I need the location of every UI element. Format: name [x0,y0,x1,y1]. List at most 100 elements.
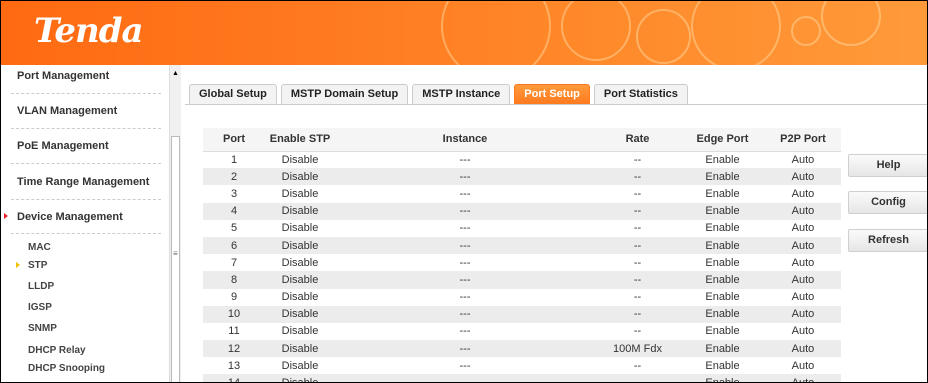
port-cell: 3 [203,185,265,203]
p2p-port-cell: Auto [765,202,841,220]
enable-stp-cell: Disable [265,219,335,237]
tab-port-statistics[interactable]: Port Statistics [593,84,688,104]
instance-cell: --- [335,254,595,272]
port-cell: 4 [203,202,265,220]
rate-cell: -- [595,374,680,382]
table-row[interactable]: 3 Disable --- -- Enable Auto [203,185,841,203]
tab-global-setup[interactable]: Global Setup [189,84,277,104]
table-row[interactable]: 7 Disable --- -- Enable Auto [203,254,841,272]
column-header-edge-port: Edge Port [680,128,765,152]
divider [11,199,161,200]
p2p-port-cell: Auto [765,374,841,382]
decorative-bubble [791,16,821,46]
tab-port-setup[interactable]: Port Setup [514,84,590,104]
edge-port-cell: Enable [680,340,765,358]
decorative-bubble [691,1,781,65]
instance-cell: --- [335,322,595,341]
decorative-bubble [636,9,691,64]
rate-cell: -- [595,168,680,186]
instance-cell: --- [335,202,595,220]
enable-stp-cell: Disable [265,305,335,323]
app-window: Tenda Port Management VLAN Management Po… [0,0,928,383]
p2p-port-cell: Auto [765,322,841,341]
sidebar-item-poe-management[interactable]: PoE Management [17,140,109,152]
edge-port-cell: Enable [680,185,765,203]
sidebar-item-device-management[interactable]: Device Management [17,211,123,223]
sidebar-subitem-dhcp-relay[interactable]: DHCP Relay [28,345,86,356]
instance-cell: --- [335,168,595,186]
table-row[interactable]: 11 Disable --- -- Enable Auto [203,322,841,341]
p2p-port-cell: Auto [765,305,841,323]
table-row[interactable]: 6 Disable --- -- Enable Auto [203,236,841,255]
rate-cell: -- [595,219,680,237]
p2p-port-cell: Auto [765,254,841,272]
scroll-up-arrow-icon[interactable]: ▲ [170,70,181,77]
table-row[interactable]: 9 Disable --- -- Enable Auto [203,288,841,306]
sidebar-subitem-dhcp-snooping[interactable]: DHCP Snooping [28,363,105,374]
scrollbar-thumb[interactable]: ≡ [171,136,180,382]
enable-stp-cell: Disable [265,340,335,358]
refresh-button[interactable]: Refresh [848,229,927,252]
table-row[interactable]: 10 Disable --- -- Enable Auto [203,305,841,323]
sidebar-subitem-mac[interactable]: MAC [28,242,51,253]
p2p-port-cell: Auto [765,151,841,169]
rate-cell: -- [595,288,680,306]
port-cell: 10 [203,305,265,323]
grip-icon: ≡ [173,249,178,258]
sidebar-subitem-lldp[interactable]: LLDP [28,281,54,292]
sidebar-item-port-management[interactable]: Port Management [17,70,109,82]
column-header-p2p-port: P2P Port [765,128,841,152]
edge-port-cell: Enable [680,305,765,323]
table-row[interactable]: 8 Disable --- -- Enable Auto [203,271,841,289]
sidebar-subitem-igsp[interactable]: IGSP [28,302,52,313]
tab-mstp-domain-setup[interactable]: MSTP Domain Setup [280,84,409,104]
sidebar-scrollbar[interactable]: ▲ ≡ [169,65,181,382]
p2p-port-cell: Auto [765,219,841,237]
divider [11,233,161,234]
rate-cell: -- [595,357,680,375]
edge-port-cell: Enable [680,374,765,382]
tab-mstp-instance[interactable]: MSTP Instance [412,84,511,104]
port-cell: 9 [203,288,265,306]
instance-cell: --- [335,288,595,306]
rate-cell: -- [595,202,680,220]
config-button[interactable]: Config [848,191,927,214]
edge-port-cell: Enable [680,202,765,220]
instance-cell: --- [335,357,595,375]
p2p-port-cell: Auto [765,340,841,358]
p2p-port-cell: Auto [765,185,841,203]
table-row[interactable]: 12 Disable --- 100M Fdx Enable Auto [203,340,841,358]
edge-port-cell: Enable [680,219,765,237]
sidebar-item-time-range-management[interactable]: Time Range Management [17,176,149,188]
instance-cell: --- [335,185,595,203]
header-banner: Tenda [1,1,927,65]
tenda-logo: Tenda [34,11,144,51]
port-cell: 8 [203,271,265,289]
enable-stp-cell: Disable [265,374,335,382]
rate-cell: -- [595,271,680,289]
selected-arrow-icon [16,262,20,268]
table-row[interactable]: 2 Disable --- -- Enable Auto [203,168,841,186]
enable-stp-cell: Disable [265,151,335,169]
divider [11,163,161,164]
divider [11,93,161,94]
rate-cell: -- [595,185,680,203]
instance-cell: --- [335,374,595,382]
edge-port-cell: Enable [680,254,765,272]
tab-underline [185,104,927,105]
table-row[interactable]: 4 Disable --- -- Enable Auto [203,202,841,220]
help-button[interactable]: Help [848,154,927,177]
table-row[interactable]: 5 Disable --- -- Enable Auto [203,219,841,237]
sidebar-item-vlan-management[interactable]: VLAN Management [17,105,117,117]
instance-cell: --- [335,236,595,255]
table-row[interactable]: 1 Disable --- -- Enable Auto [203,151,841,169]
sidebar-subitem-snmp[interactable]: SNMP [28,323,57,334]
rate-cell: -- [595,322,680,341]
sidebar-subitem-stp[interactable]: STP [28,260,47,271]
table-row[interactable]: 14Disable-----EnableAuto [203,374,841,382]
active-arrow-icon [4,213,8,219]
enable-stp-cell: Disable [265,357,335,375]
instance-cell: --- [335,151,595,169]
table-row[interactable]: 13 Disable --- -- Enable Auto [203,357,841,375]
rate-cell: -- [595,305,680,323]
